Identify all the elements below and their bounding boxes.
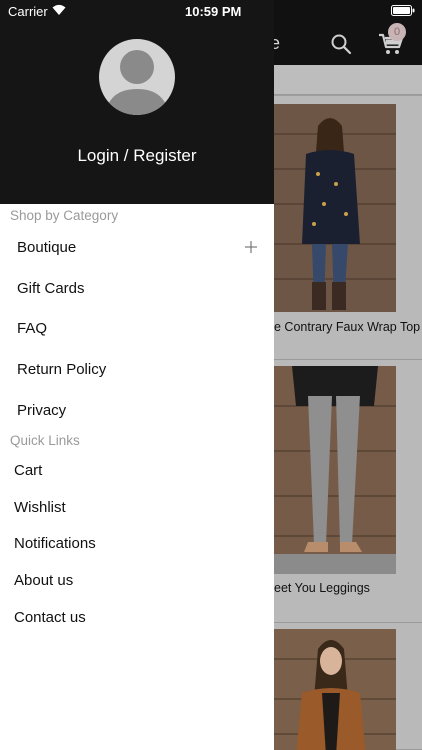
category-label: FAQ [17,320,48,337]
category-label: Privacy [17,402,67,419]
product-image [274,629,396,750]
carrier-label: Carrier [8,4,48,19]
category-item-faq[interactable]: FAQ [17,314,257,344]
search-icon[interactable] [330,33,352,55]
category-item-boutique[interactable]: Boutique [17,233,257,263]
product-card[interactable]: eet You Leggings [274,360,422,623]
product-name: eet You Leggings [274,581,370,595]
plus-icon[interactable] [245,241,257,253]
category-label: Return Policy [17,361,107,378]
category-label: Boutique [17,239,77,256]
product-image [274,104,396,312]
wifi-icon [52,4,66,15]
quick-link-about-us[interactable]: About us [14,566,254,596]
category-item-gift-cards[interactable]: Gift Cards [17,274,257,304]
quick-links-heading: Quick Links [10,433,80,448]
quick-link-wishlist[interactable]: Wishlist [14,493,254,523]
product-name: e Contrary Faux Wrap Top [274,320,421,334]
avatar[interactable] [99,39,175,115]
product-card[interactable] [274,623,422,750]
quick-link-cart[interactable]: Cart [14,456,254,486]
product-card[interactable]: e Contrary Faux Wrap Top [274,96,422,360]
product-image [274,366,396,574]
category-item-return-policy[interactable]: Return Policy [17,355,257,385]
category-item-privacy[interactable]: Privacy [17,396,257,426]
quick-link-notifications[interactable]: Notifications [14,529,254,559]
side-drawer: Login / Register Shop by Category Boutiq… [0,0,274,750]
login-register-link[interactable]: Login / Register [0,146,274,166]
clock: 10:59 PM [185,4,242,19]
quick-link-contact-us[interactable]: Contact us [14,603,254,633]
drawer-header: Login / Register [0,0,274,204]
user-icon [105,50,169,115]
shop-by-category-heading: Shop by Category [10,208,119,223]
battery-icon [391,5,415,16]
cart-count-badge: 0 [388,23,406,41]
category-label: Gift Cards [17,280,85,297]
status-bar: Carrier 10:59 PM [0,0,422,22]
